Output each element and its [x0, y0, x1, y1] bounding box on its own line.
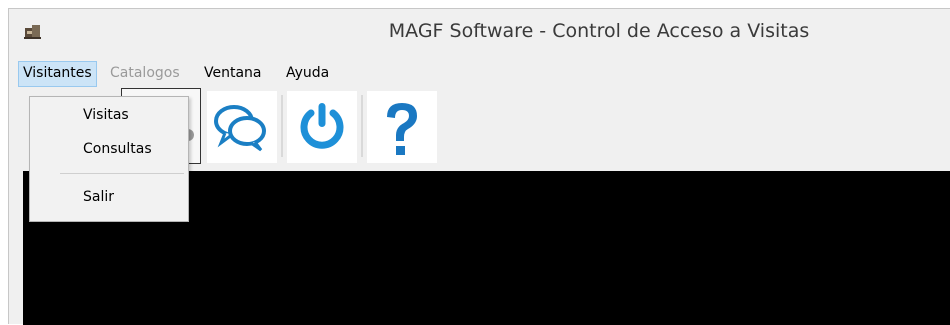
help-button[interactable]: [367, 91, 437, 163]
visitantes-dropdown-menu: Visitas Consultas Salir: [29, 96, 189, 222]
menu-visitantes[interactable]: Visitantes: [18, 61, 97, 87]
menu-separator: [60, 173, 184, 174]
menu-ventana[interactable]: Ventana: [200, 61, 266, 87]
menu-bar: Visitantes Catalogos Ventana Ayuda: [18, 61, 938, 87]
menu-ayuda[interactable]: Ayuda: [282, 61, 333, 87]
chat-button[interactable]: [207, 91, 277, 163]
app-window: MAGF Software - Control de Acceso a Visi…: [8, 8, 950, 325]
toolbar-separator: [361, 95, 363, 157]
power-button[interactable]: [287, 91, 357, 163]
menu-catalogos[interactable]: Catalogos: [106, 61, 184, 87]
menu-item-consultas[interactable]: Consultas: [31, 135, 187, 163]
window-title: MAGF Software - Control de Acceso a Visi…: [388, 20, 810, 42]
menu-item-salir[interactable]: Salir: [31, 183, 187, 211]
toolbar-separator: [281, 95, 283, 157]
menu-item-visitas[interactable]: Visitas: [31, 101, 187, 129]
title-bar[interactable]: MAGF Software - Control de Acceso a Visi…: [9, 9, 950, 57]
